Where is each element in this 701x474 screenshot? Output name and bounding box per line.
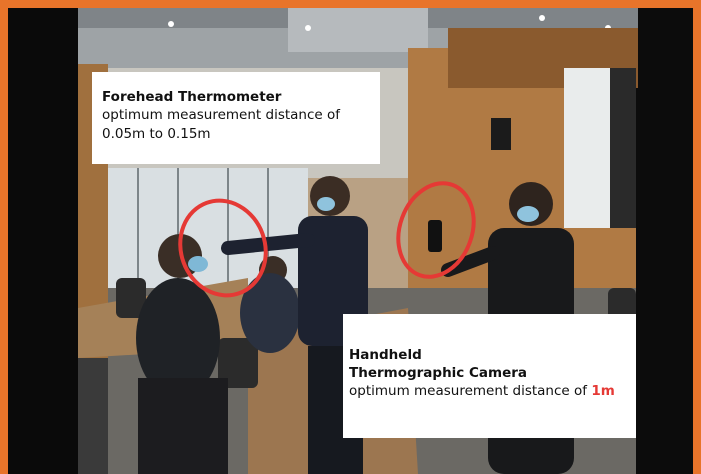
handheld-distance-value: 1m: [591, 383, 615, 399]
handheld-camera-label: Handheld Thermographic Camera optimum me…: [343, 314, 636, 438]
forehead-desc-line2: 0.05m to 0.15m: [102, 126, 211, 142]
forehead-desc-line1: optimum measurement distance of: [102, 107, 341, 123]
forehead-thermometer-label: Forehead Thermometer optimum measurement…: [92, 72, 380, 164]
forehead-title: Forehead Thermometer: [102, 89, 282, 105]
handheld-desc: optimum measurement distance of: [349, 383, 588, 399]
handheld-title-line1: Handheld: [349, 347, 422, 363]
handheld-title-line2: Thermographic Camera: [349, 365, 528, 381]
